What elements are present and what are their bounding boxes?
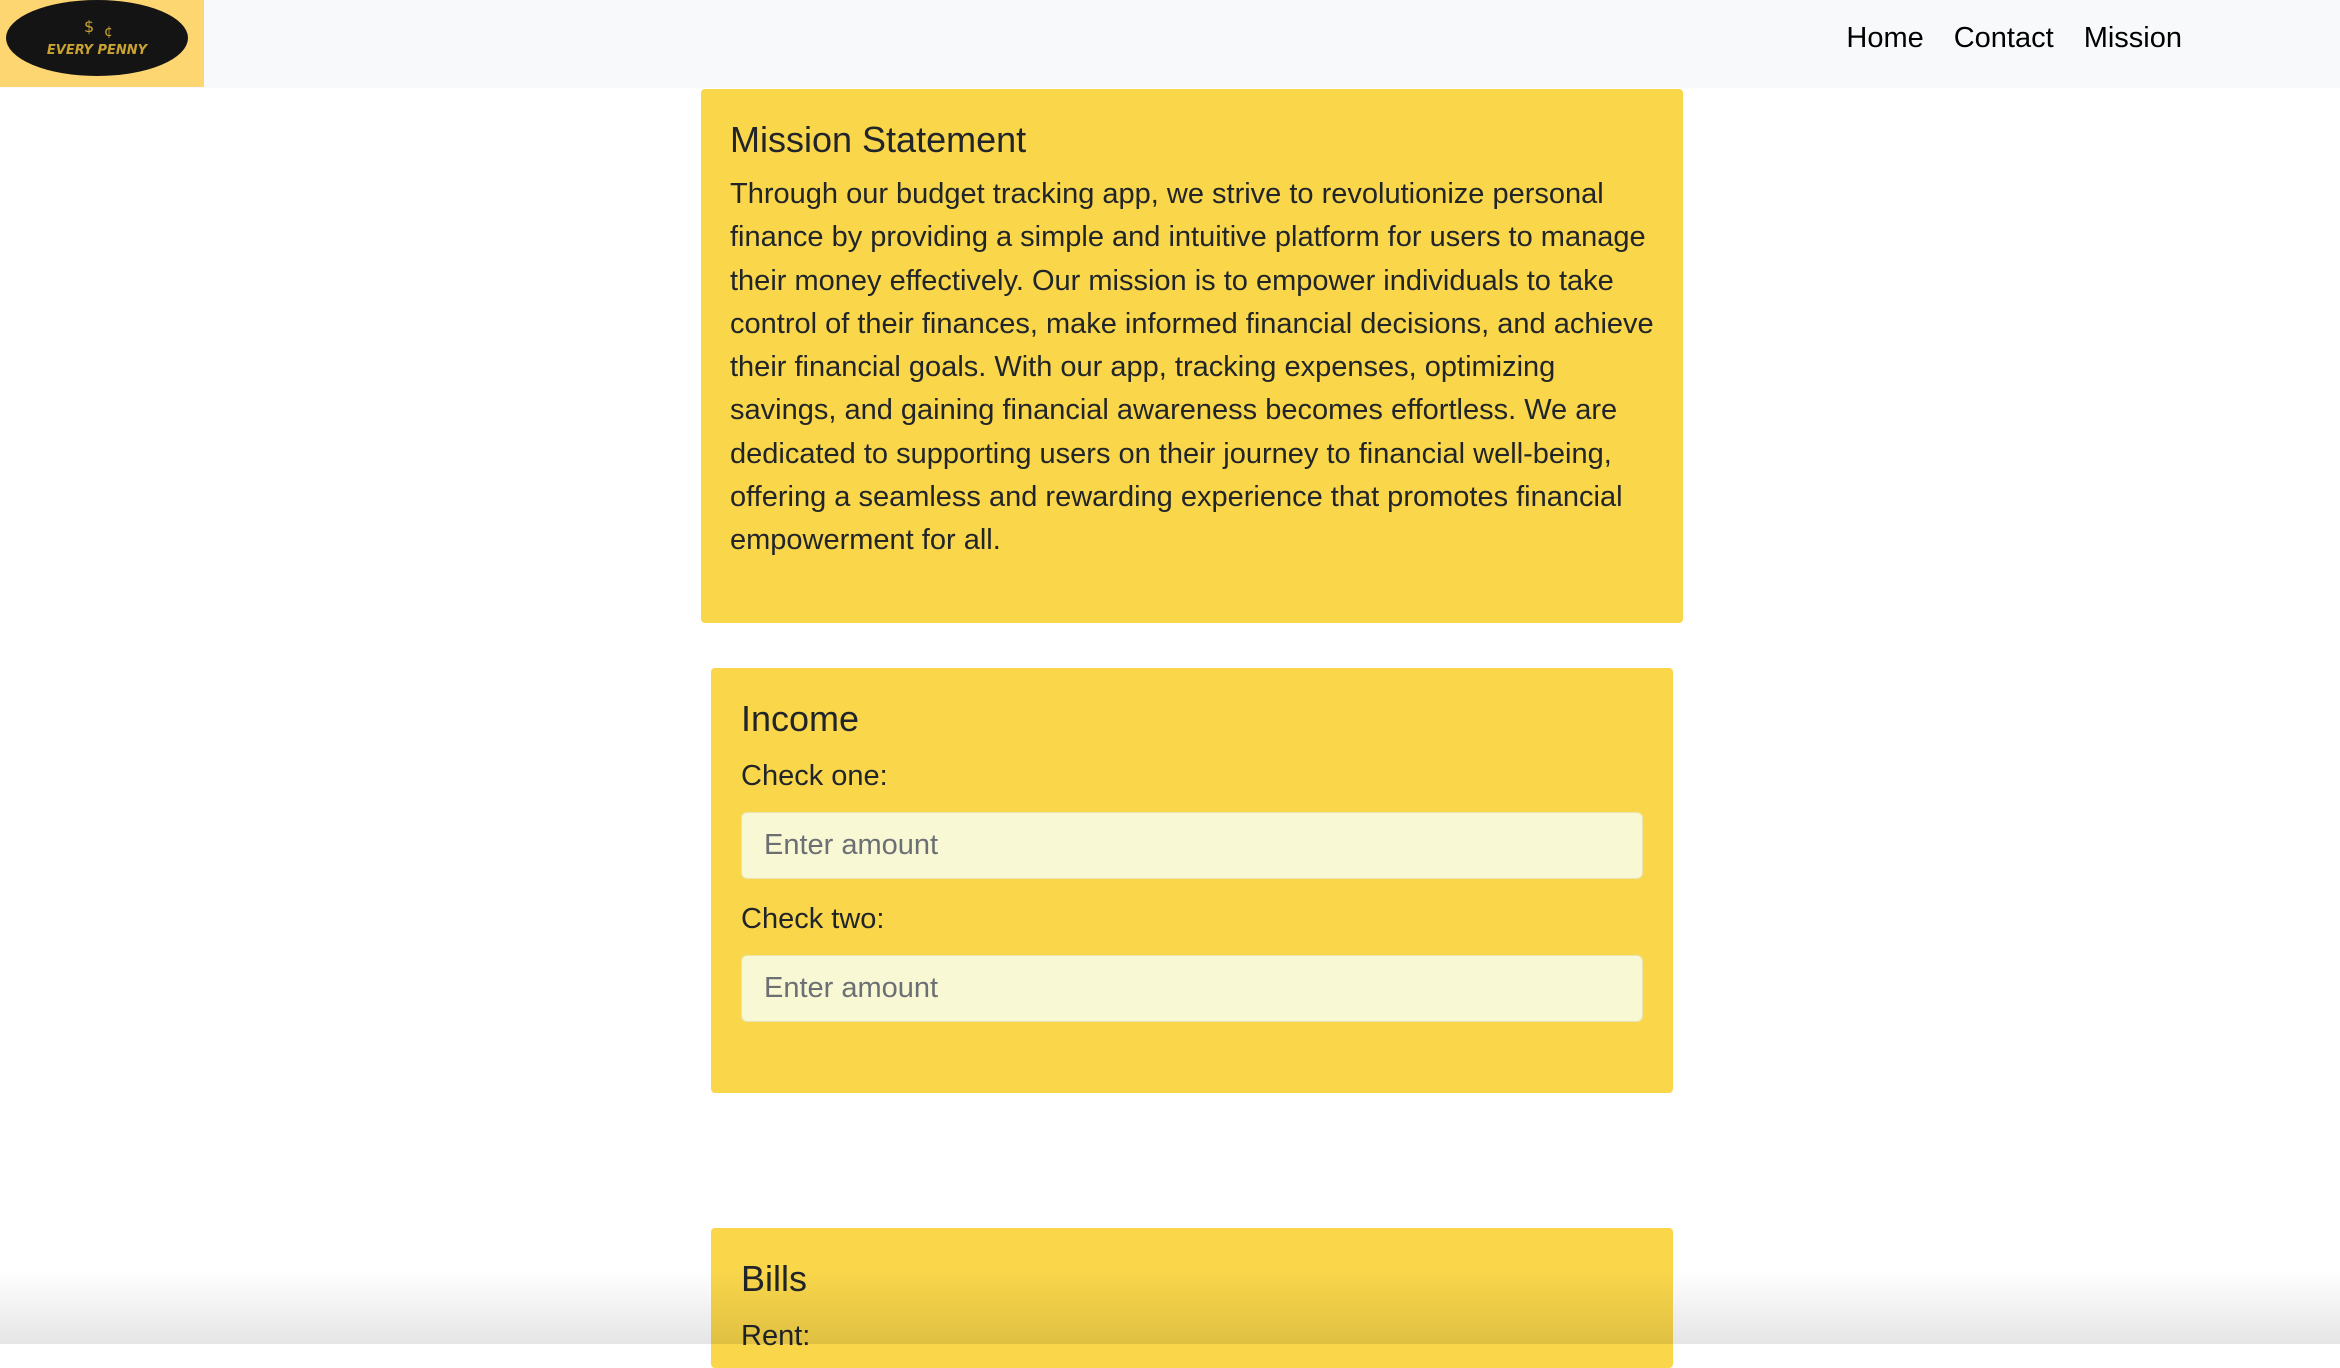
svg-text:EVERY PENNY: EVERY PENNY [47,43,149,58]
rent-label: Rent: [741,1320,811,1352]
check-one-label: Check one: [741,760,888,792]
check-two-input[interactable] [741,955,1643,1022]
bills-title: Bills [741,1258,808,1299]
income-title: Income [741,698,860,739]
nav-link-contact[interactable]: Contact [1954,20,2054,56]
svg-text:$: $ [84,17,94,36]
mission-text: Through our budget tracking app, we stri… [730,178,1654,557]
navbar: EVERY PENNY $ ¢ Home Contact Mission [0,0,2340,88]
nav-link-mission[interactable]: Mission [2084,20,2182,56]
mission-title: Mission Statement [730,119,1027,160]
svg-text:¢: ¢ [104,24,113,40]
income-card: Income Check one: Check two: [711,668,1673,1093]
mission-card: Mission Statement Through our budget tra… [701,89,1683,623]
bills-card: Bills Rent: [711,1228,1673,1368]
logo[interactable]: EVERY PENNY $ ¢ [0,0,204,87]
check-one-input[interactable] [741,812,1643,879]
nav-link-home[interactable]: Home [1846,20,1923,56]
check-two-label: Check two: [741,903,885,935]
every-penny-logo-icon: EVERY PENNY $ ¢ [6,0,188,76]
nav-links: Home Contact Mission [1846,20,2182,56]
